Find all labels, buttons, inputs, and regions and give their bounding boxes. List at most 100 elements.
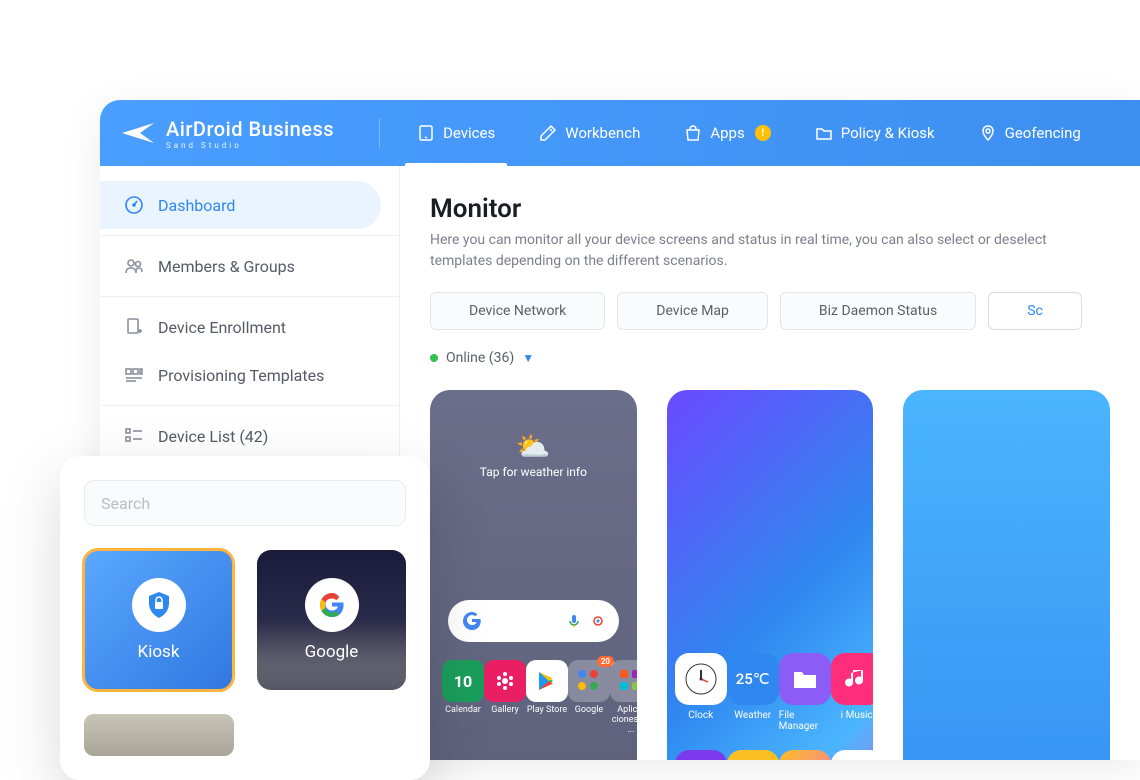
google-label: Google: [305, 642, 359, 662]
lens-icon: [591, 614, 605, 628]
calendar-icon: 10: [442, 660, 484, 702]
google-g-icon: [462, 611, 482, 631]
sidebar-dashboard-label: Dashboard: [158, 196, 235, 215]
header: AirDroid Business Sand Studio Devices Wo…: [100, 100, 1140, 166]
device-screen-3[interactable]: [903, 390, 1110, 760]
nav-geofencing-label: Geofencing: [1005, 124, 1081, 142]
app-clock-label: Clock: [688, 710, 713, 721]
search-input[interactable]: [84, 480, 406, 526]
users-icon: [124, 256, 144, 276]
app-imusic: i Music: [831, 653, 874, 732]
apps-folder-icon: 2: [610, 660, 637, 702]
nav-policy[interactable]: Policy & Kiosk: [793, 100, 957, 166]
list-icon: [124, 426, 144, 446]
app-aplicaciones: 2 Aplica-ciones de ...: [610, 660, 637, 736]
app-selector-panel: Kiosk Google: [60, 456, 430, 780]
top-nav: Devices Workbench Apps ! Policy & Kiosk …: [395, 100, 1103, 166]
main-content: Monitor Here you can monitor all your de…: [400, 166, 1140, 760]
shield-app-icon: [675, 750, 727, 760]
app-filemanager: File Manager: [779, 653, 831, 732]
sidebar-devicelist[interactable]: Device List (42): [100, 412, 399, 460]
app-clock: Clock: [675, 653, 727, 732]
weather-app-icon: 25℃: [727, 653, 779, 705]
app-albums: Albums: [779, 750, 831, 760]
sidebar-dashboard[interactable]: Dashboard: [100, 181, 381, 229]
app-playstore: Play Store: [526, 660, 568, 736]
app-google-folder: 20 Google: [568, 660, 610, 736]
sidebar-provisioning[interactable]: Provisioning Templates: [100, 351, 399, 399]
gallery-icon: [484, 660, 526, 702]
app-aplica-label: Aplica-ciones de ...: [610, 706, 637, 736]
kiosk-label: Kiosk: [138, 642, 180, 662]
sidebar-enrollment[interactable]: Device Enrollment: [100, 303, 399, 351]
page-description: Here you can monitor all your device scr…: [430, 230, 1110, 272]
lock-shield-icon: [132, 578, 186, 632]
weather-widget: ⛅ Tap for weather info: [430, 390, 637, 479]
page-title: Monitor: [430, 194, 1110, 224]
app-playstore2: Play Store: [831, 750, 874, 760]
tab-biz-daemon[interactable]: Biz Daemon Status: [780, 292, 976, 330]
app-weather: 25℃ Weather: [727, 653, 779, 732]
tools-icon: [539, 124, 557, 142]
nav-separator: [379, 118, 380, 148]
sidebar-provisioning-label: Provisioning Templates: [158, 366, 324, 385]
google-folder-icon: 20: [568, 660, 610, 702]
notification-badge: !: [755, 125, 771, 141]
app-weather-label: Weather: [734, 710, 771, 721]
albums-icon: [779, 750, 831, 760]
mic-icon: [567, 614, 581, 628]
folder-icon: [815, 124, 833, 142]
nav-geofencing[interactable]: Geofencing: [957, 100, 1103, 166]
tab-device-network[interactable]: Device Network: [430, 292, 605, 330]
nav-workbench-label: Workbench: [565, 124, 640, 142]
clock-icon: [675, 653, 727, 705]
nav-devices-label: Devices: [443, 124, 495, 142]
weather-text: Tap for weather info: [430, 465, 637, 479]
app-calendar-label: Calendar: [445, 706, 481, 716]
sidebar-members-label: Members & Groups: [158, 257, 295, 276]
sidebar-devicelist-label: Device List (42): [158, 427, 268, 446]
chevron-down-icon: ▼: [522, 351, 534, 365]
playstore-icon: [526, 660, 568, 702]
sidebar-members[interactable]: Members & Groups: [100, 242, 399, 290]
location-icon: [979, 124, 997, 142]
device1-app-row: 10 Calendar Gallery Play Store: [430, 660, 637, 736]
nav-apps[interactable]: Apps !: [662, 100, 792, 166]
logo: AirDroid Business Sand Studio: [120, 115, 334, 151]
nav-devices[interactable]: Devices: [395, 100, 517, 166]
nav-policy-label: Policy & Kiosk: [841, 124, 935, 142]
bag-icon: [684, 124, 702, 142]
nav-apps-label: Apps: [710, 124, 744, 142]
templates-icon: [124, 365, 144, 385]
google-card[interactable]: Google: [257, 550, 406, 690]
brand-subtitle: Sand Studio: [166, 141, 334, 150]
kiosk-card[interactable]: Kiosk: [84, 550, 233, 690]
status-filter[interactable]: Online (36) ▼: [430, 350, 1110, 366]
brand-title: AirDroid Business: [166, 117, 334, 141]
google-search-bar: [448, 600, 619, 642]
device-screen-2[interactable]: Clock 25℃ Weather File Manager: [667, 390, 874, 760]
google-logo-icon: [305, 578, 359, 632]
tab-device-map[interactable]: Device Map: [617, 292, 768, 330]
tab-screens[interactable]: Sc: [988, 292, 1082, 330]
app-gallery-label: Gallery: [491, 706, 519, 716]
notes-icon: [727, 750, 779, 760]
monitor-tabs: Device Network Device Map Biz Daemon Sta…: [430, 292, 1110, 330]
app-gallery: Gallery: [484, 660, 526, 736]
logo-icon: [120, 115, 156, 151]
app-filemanager-label: File Manager: [779, 710, 831, 732]
device-screen-1[interactable]: ⛅ Tap for weather info 10 Calendar: [430, 390, 637, 760]
nav-workbench[interactable]: Workbench: [517, 100, 662, 166]
app-calendar: 10 Calendar: [442, 660, 484, 736]
device-plus-icon: [124, 317, 144, 337]
app-google-label: Google: [575, 706, 603, 716]
app-imanager: iManager: [675, 750, 727, 760]
app-imusic-label: i Music: [841, 710, 873, 721]
gauge-icon: [124, 195, 144, 215]
playstore2-icon: [831, 750, 874, 760]
ceiling-card[interactable]: [84, 714, 234, 756]
app-playstore-label: Play Store: [527, 706, 567, 716]
folder-app-icon: [779, 653, 831, 705]
online-status-dot: [430, 354, 438, 362]
sidebar-enrollment-label: Device Enrollment: [158, 318, 286, 337]
